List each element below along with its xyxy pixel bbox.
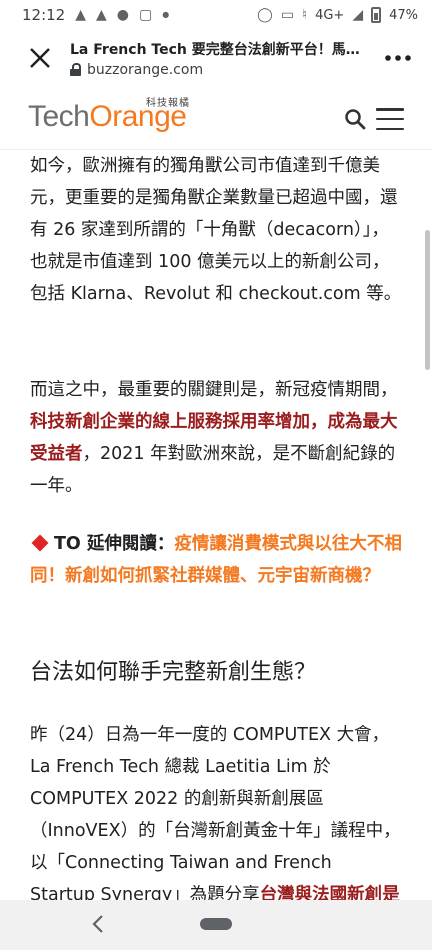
paragraph-text: ，2021 年對歐洲來說，是不斷創紀錄的一年。 <box>30 444 396 496</box>
site-logo[interactable]: TechOrange 科技報橘 <box>28 98 189 140</box>
chevron-left-icon <box>92 915 103 933</box>
article-paragraph: 而這之中，最重要的關鍵則是，新冠疫情期間，科技新創企業的線上服務採用率增加，成為… <box>30 374 402 502</box>
section-heading: 台法如何聯手完整新創生態？ <box>30 660 317 685</box>
battery-icon <box>371 7 382 23</box>
status-right: ◯ ▭ ♮ 4G+ ◢ 47% <box>257 7 418 23</box>
more-vert-icon <box>385 55 411 61</box>
url-info[interactable]: La French Tech 要完整台法創新平台！馬... buzzorange… <box>62 39 376 78</box>
cast-icon: ▭ <box>280 7 295 23</box>
alarm-icon: ◯ <box>257 7 273 23</box>
read-more-prefix: TO 延伸閱讀： <box>54 534 175 554</box>
android-icon: ▲ <box>75 7 87 23</box>
domain-row: buzzorange.com <box>70 62 376 78</box>
status-time: 12:12 <box>22 6 66 24</box>
page-title: La French Tech 要完整台法創新平台！馬... <box>70 41 360 58</box>
screenshot-icon: ▢ <box>139 7 153 23</box>
home-pill-button[interactable] <box>200 918 232 930</box>
lock-icon <box>70 63 81 76</box>
paragraph-text: 昨（24）日為一年一度的 COMPUTEX 大會，La French Tech … <box>30 725 401 905</box>
menu-button[interactable] <box>376 108 404 130</box>
android-icon: ▲ <box>96 7 107 23</box>
site-header: TechOrange 科技報橘 <box>0 88 432 150</box>
custom-tab-toolbar: La French Tech 要完整台法創新平台！馬... buzzorange… <box>0 30 432 86</box>
status-bar: 12:12 ▲ ▲ ● ▢ ● ◯ ▭ ♮ 4G+ ◢ 47% <box>0 0 432 30</box>
search-button[interactable] <box>344 108 366 130</box>
dot-icon: ● <box>162 10 170 19</box>
scrollbar-thumb[interactable] <box>425 230 430 370</box>
mute-icon: ♮ <box>302 7 308 23</box>
logo-subtitle: 科技報橘 <box>146 98 190 109</box>
more-options-button[interactable] <box>376 36 420 80</box>
signal-icon: ◢ <box>352 7 364 23</box>
search-icon <box>345 109 366 130</box>
battery-level: 47% <box>389 7 418 23</box>
close-tab-button[interactable] <box>18 36 62 80</box>
back-button[interactable] <box>86 912 110 936</box>
paragraph-text: 而這之中，最重要的關鍵則是，新冠疫情期間， <box>30 380 398 400</box>
diamond-icon <box>31 534 49 552</box>
logo-text-tech: Tech <box>28 100 90 133</box>
chat-icon: ● <box>116 7 130 23</box>
article-paragraph: 如今，歐洲擁有的獨角獸公司市值達到千億美元，更重要的是獨角獸企業數量已超過中國，… <box>30 156 402 304</box>
article-paragraph: 昨（24）日為一年一度的 COMPUTEX 大會，La French Tech … <box>30 719 402 911</box>
system-nav-bar <box>0 900 432 950</box>
menu-line <box>376 108 404 111</box>
close-icon <box>30 48 50 68</box>
menu-line <box>376 127 404 130</box>
domain-text: buzzorange.com <box>87 61 204 78</box>
status-left: 12:12 ▲ ▲ ● ▢ ● <box>22 6 169 24</box>
network-label: 4G+ <box>315 7 345 23</box>
read-more-block: TO 延伸閱讀：疫情讓消費模式與以往大不相同！新創如何抓緊社群媒體、元宇宙新商機… <box>30 528 402 592</box>
menu-line <box>376 117 404 121</box>
